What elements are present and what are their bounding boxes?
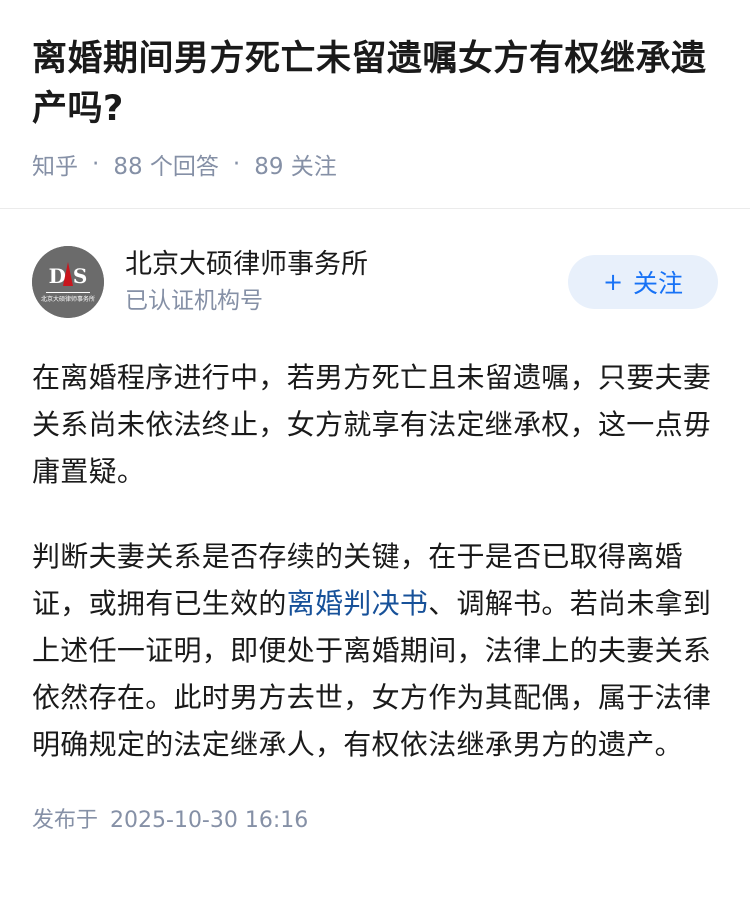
author-name[interactable]: 北京大硕律师事务所	[125, 247, 568, 283]
publish-label: 发布于	[32, 808, 99, 833]
answer-paragraph: 在离婚程序进行中，若男方死亡且未留遗嘱，只要夫妻关系尚未依法终止，女方就享有法定…	[32, 361, 712, 488]
answer-count[interactable]: 88 个回答	[113, 147, 219, 181]
question-header: 离婚期间男方死亡未留遗嘱女方有权继承遗产吗? 知乎 · 88 个回答 · 89 …	[0, 0, 750, 181]
publish-time: 2025-10-30 16:16	[110, 808, 309, 833]
plus-icon: +	[602, 268, 624, 296]
author-card: D S 北京大硕律师事务所 北京大硕律师事务所 已认证机构号 + 关注	[0, 246, 750, 318]
author-info: 北京大硕律师事务所 已认证机构号	[125, 247, 568, 317]
follow-label: 关注	[633, 269, 684, 298]
answer-content: 在离婚程序进行中，若男方死亡且未留遗嘱，只要夫妻关系尚未依法终止，女方就享有法定…	[0, 354, 750, 768]
divider	[0, 208, 750, 209]
question-title[interactable]: 离婚期间男方死亡未留遗嘱女方有权继承遗产吗?	[32, 34, 718, 134]
publish-info: 发布于 2025-10-30 16:16	[0, 802, 750, 834]
verified-badge: 已认证机构号	[125, 288, 263, 314]
divorce-judgment-link[interactable]: 离婚判决书	[287, 587, 429, 620]
avatar[interactable]: D S 北京大硕律师事务所	[32, 246, 104, 318]
avatar-caption: 北京大硕律师事务所	[41, 295, 95, 303]
follow-button[interactable]: + 关注	[568, 255, 718, 309]
site-name[interactable]: 知乎	[32, 147, 78, 181]
meta-separator: ·	[232, 151, 241, 177]
law-firm-logo-icon: D S 北京大硕律师事务所	[32, 246, 104, 318]
follower-count[interactable]: 89 关注	[254, 147, 337, 181]
question-meta: 知乎 · 88 个回答 · 89 关注	[32, 147, 718, 181]
meta-separator: ·	[92, 151, 100, 177]
answer-paragraph: 判断夫妻关系是否存续的关键，在于是否已取得离婚证，或拥有已生效的离婚判决书、调解…	[32, 533, 718, 768]
